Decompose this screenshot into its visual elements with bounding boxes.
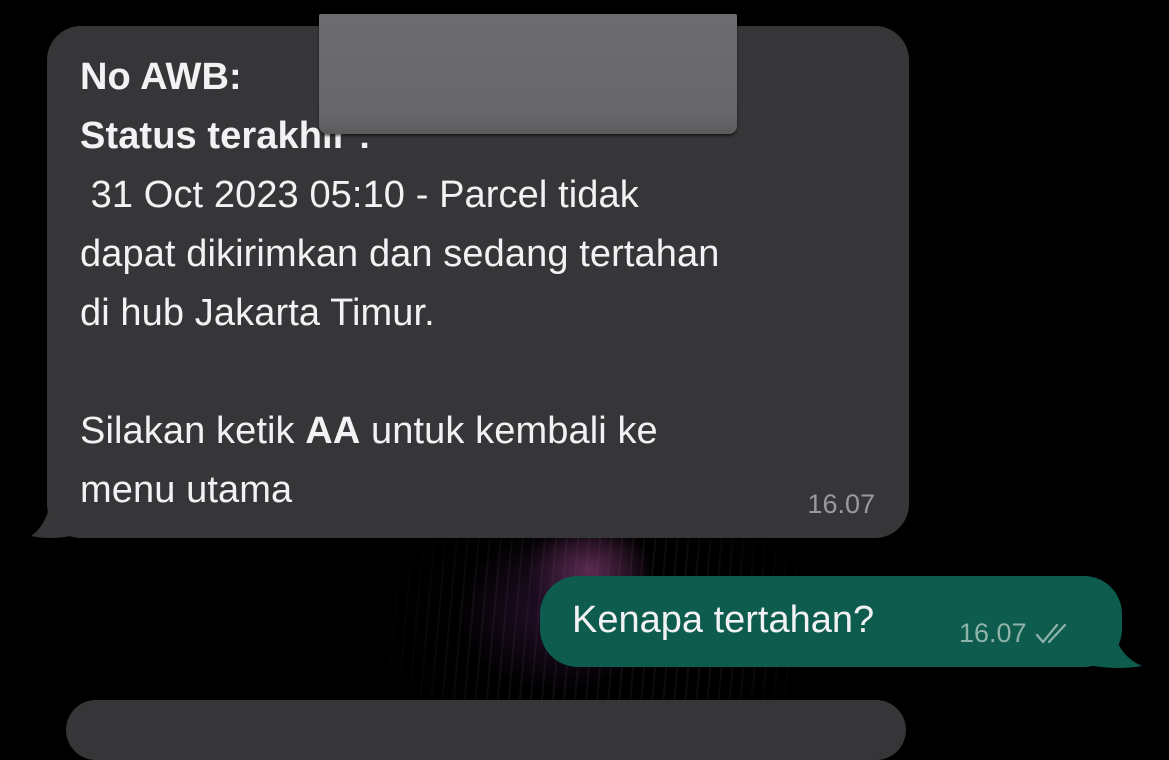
status-line: 31 Oct 2023 05:10 - Parcel tidak [80, 174, 639, 216]
outgoing-message-time: 16.07 [959, 618, 1027, 648]
instruction-prefix: Silakan ketik [80, 410, 306, 452]
next-message-bubble-partial[interactable] [66, 700, 906, 760]
incoming-message-bubble[interactable]: No AWB: Status terakhir : 31 Oct 2023 05… [47, 14, 909, 538]
redaction-overlay [319, 14, 737, 134]
incoming-message-time: 16.07 [807, 489, 875, 519]
status-line: dapat dikirimkan dan sedang tertahan [80, 233, 720, 275]
instruction-line: menu utama [80, 469, 293, 511]
outgoing-message-meta: 16.07 [959, 618, 1073, 649]
instruction-keyword: AA [305, 410, 361, 452]
instruction-suffix: untuk kembali ke [360, 410, 658, 452]
double-check-icon [1035, 623, 1066, 643]
outgoing-message-text: Kenapa tertahan? [572, 599, 875, 641]
status-line: di hub Jakarta Timur. [80, 292, 435, 334]
instruction-line: Silakan ketik AA untuk kembali ke [80, 402, 880, 461]
outgoing-message-bubble[interactable]: Kenapa tertahan? 16.07 [540, 576, 1122, 667]
